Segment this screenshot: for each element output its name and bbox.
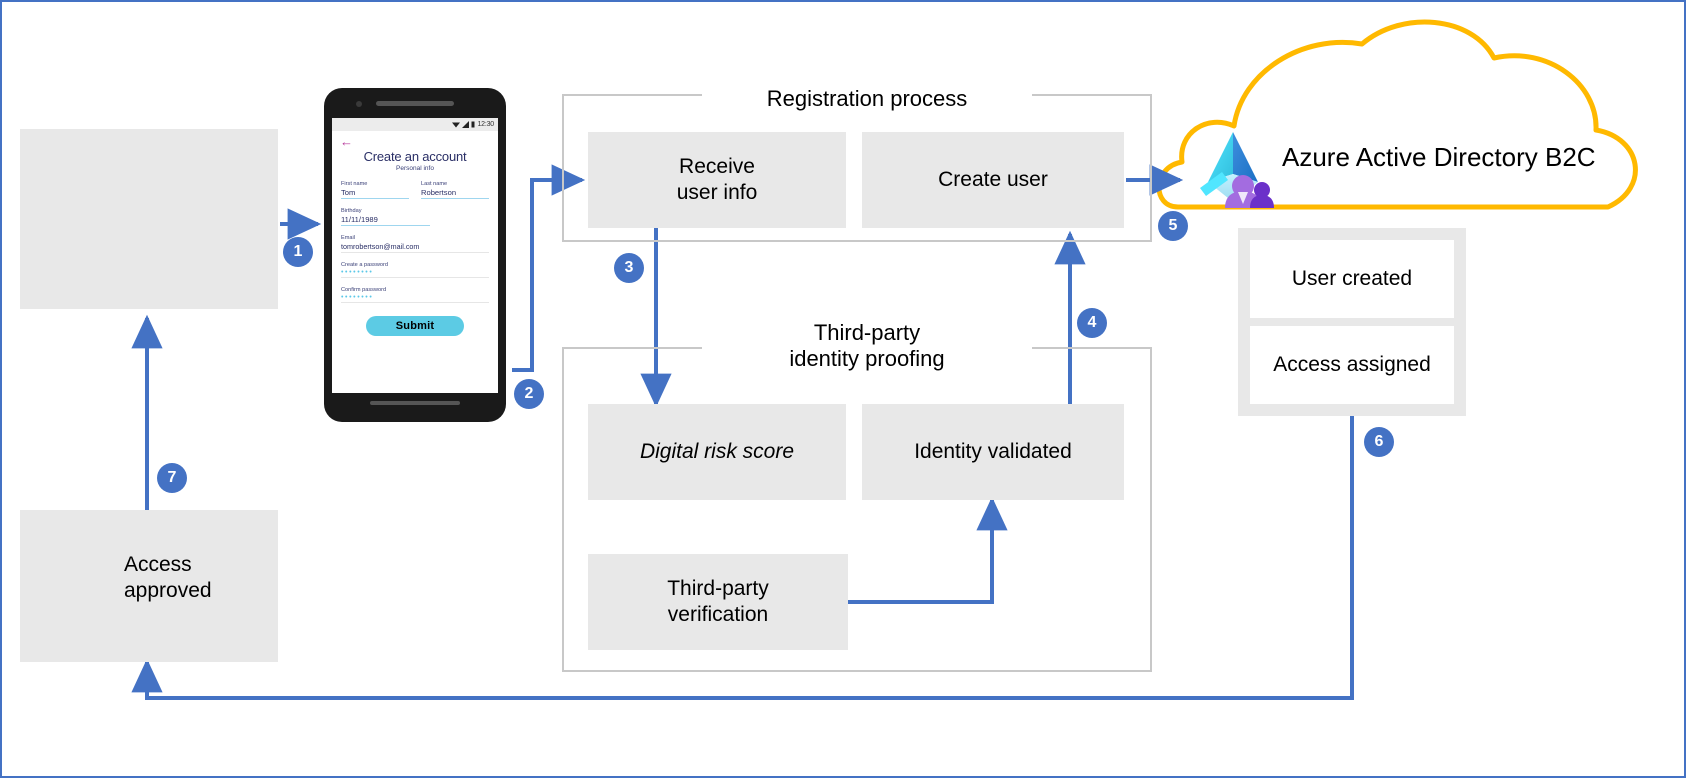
last-name-label: Last name [421,181,448,187]
phone-form-title: Create an account [363,149,467,164]
confirm-password-value: •••••••• [341,294,489,303]
email-label: Email [341,235,355,241]
name-field-row: First name Tom Last name Robertson [332,181,498,199]
step-badge-1: 1 [283,237,313,267]
cloud-outline [1156,19,1638,210]
step-badge-4: 4 [1077,308,1107,338]
identity-validated-box: Identity validated [862,404,1124,500]
last-name-value: Robertson [421,188,489,199]
confirm-password-label: Confirm password [341,287,387,293]
azure-ad-b2c-logo-shape [1200,132,1274,208]
birthday-value: 11/11/1989 [341,215,430,226]
first-name-value: Tom [341,188,409,199]
email-field[interactable]: Email tomrobertson@mail.com [332,235,498,253]
access-approved-line2: approved [124,578,212,602]
user-created-label: User created [1291,267,1413,291]
access-assigned-label: Access assigned [1273,353,1431,377]
create-password-value: •••••••• [341,269,489,278]
third-party-title-line2: identity proofing [789,346,945,372]
azure-ad-b2c-label: Azure Active Directory B2C [1282,142,1596,172]
phone-home-bar [370,401,460,405]
digital-risk-score-box: Digital risk score [588,404,846,500]
create-user-box: Create user [862,132,1124,228]
phone-form-subtitle: Personal info [396,165,434,172]
diagram-canvas: 12:30 ← Create an account Personal info … [0,0,1686,778]
step-badge-5: 5 [1158,211,1188,241]
phone-screen: 12:30 ← Create an account Personal info … [332,118,498,393]
birthday-label: Birthday [341,208,362,214]
verification-line1: Third-party [667,577,769,601]
identity-validated-label: Identity validated [914,440,1072,464]
step-badge-6: 6 [1364,427,1394,457]
third-party-title: Third-party identity proofing [702,320,1032,373]
confirm-password-field[interactable]: Confirm password •••••••• [332,287,498,303]
access-approved-label: Access approved [124,552,212,603]
phone-speaker [376,101,454,106]
access-assigned-box: Access assigned [1250,326,1454,404]
third-party-verification-label: Third-party verification [667,576,769,627]
step-badge-3: 3 [614,253,644,283]
user-created-box: User created [1250,240,1454,318]
back-arrow-icon[interactable]: ← [340,135,353,148]
first-name-label: First name [341,181,368,187]
user-box [20,129,278,309]
last-name-field[interactable]: Last name Robertson [421,181,489,199]
step-badge-2: 2 [514,379,544,409]
receive-line1: Receive [679,155,755,179]
access-approved-line1: Access [124,553,192,576]
registration-process-title: Registration process [702,86,1032,113]
phone-mockup: 12:30 ← Create an account Personal info … [324,88,506,422]
email-value: tomrobertson@mail.com [341,242,489,253]
submit-button[interactable]: Submit [365,316,465,336]
third-party-verification-box: Third-party verification [588,554,848,650]
phone-status-time: 12:30 [477,121,494,128]
phone-camera-icon [356,101,362,107]
phone-status-bar: 12:30 [332,118,498,131]
battery-icon [471,121,475,128]
step-badge-7: 7 [157,463,187,493]
birthday-field[interactable]: Birthday 11/11/1989 [332,208,498,226]
wifi-icon [452,122,461,128]
receive-user-info-label: Receive user info [677,154,758,205]
signal-icon [462,121,470,128]
create-user-label: Create user [938,168,1048,192]
receive-user-info-box: Receive user info [588,132,846,228]
create-password-label: Create a password [341,262,388,268]
digital-risk-score-label: Digital risk score [639,440,795,464]
first-name-field[interactable]: First name Tom [341,181,409,199]
create-password-field[interactable]: Create a password •••••••• [332,262,498,278]
verification-line2: verification [667,603,769,626]
submit-button-wrap: Submit [332,316,498,336]
third-party-title-line1: Third-party [813,320,921,345]
receive-line2: user info [676,181,758,204]
